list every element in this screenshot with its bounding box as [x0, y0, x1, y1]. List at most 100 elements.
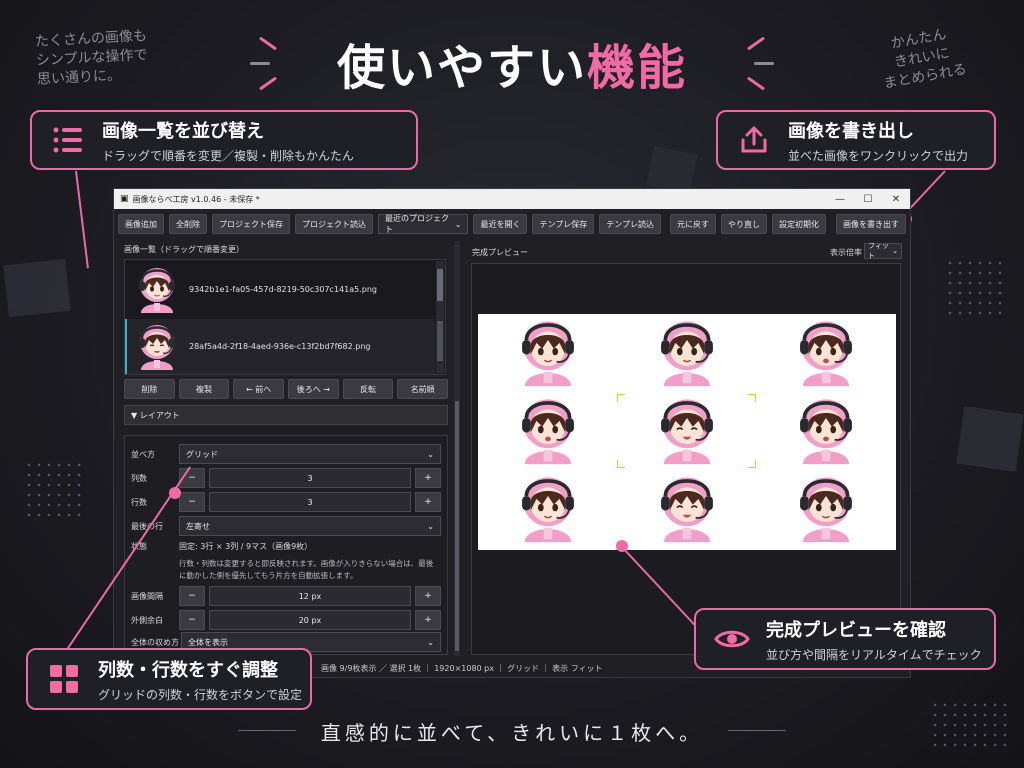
decor-square [646, 145, 698, 195]
margin-decrement-button[interactable]: − [179, 610, 205, 630]
maximize-button[interactable]: ☐ [854, 194, 882, 205]
grid-cell [756, 392, 895, 470]
reverse-button[interactable]: 反転 [342, 379, 394, 399]
list-item[interactable]: 28af5a4d-2f18-4aed-936e-c13f2bd7f682.png [125, 319, 435, 374]
thumbnail-image [135, 265, 179, 315]
redo-button[interactable]: やり直し [721, 214, 767, 234]
decor-square [956, 406, 1024, 472]
panel-scrollbar[interactable] [454, 241, 460, 656]
load-project-button[interactable]: プロジェクト読込 [295, 214, 373, 234]
sort-by-name-button[interactable]: 名前順 [397, 379, 449, 399]
grid-cell [617, 314, 756, 392]
recent-project-select[interactable]: 最近のプロジェクト ⌄ [378, 214, 469, 234]
zoom-select[interactable]: フィット ⌄ [864, 242, 902, 260]
margin-increment-button[interactable]: + [415, 610, 441, 630]
scrollbar-thumb[interactable] [437, 269, 443, 301]
state-value: 固定: 3行 × 3列 / 9マス（画像9枚） [179, 541, 313, 551]
columns-input[interactable]: 3 [209, 468, 411, 488]
character-image [655, 317, 719, 389]
move-next-button[interactable]: 後ろへ → [288, 379, 339, 399]
list-actions: 削除 複製 ← 前へ 後ろへ → 反転 名前順 [124, 379, 449, 399]
image-name: 28af5a4d-2f18-4aed-936e-c13f2bd7f682.png [189, 342, 371, 351]
scrollbar-thumb[interactable] [455, 401, 459, 651]
grid-cell [756, 470, 895, 548]
preview-label: 完成プレビュー [472, 248, 528, 257]
margin-input[interactable]: 20 px [209, 610, 411, 630]
status-bar: 画像 9/9枚表示 ／ 選択 1枚 ｜ 1920×1080 px ｜ グリッド … [321, 664, 603, 673]
delete-button[interactable]: 削除 [124, 379, 175, 399]
last-row-select[interactable]: 左寄せ ⌄ [179, 516, 441, 536]
callout-title: 画像を書き出し [788, 120, 914, 142]
leader-line [75, 170, 89, 269]
last-row-row: 最後の行 左寄せ ⌄ [131, 516, 441, 536]
eye-icon [712, 619, 752, 659]
save-template-button[interactable]: テンプレ保存 [532, 214, 595, 234]
setting-label: 外側余白 [131, 615, 163, 625]
load-template-button[interactable]: テンプレ読込 [599, 214, 661, 234]
callout-title: 完成プレビューを確認 [766, 619, 946, 641]
setting-label: 画像間隔 [131, 591, 163, 601]
callout-sort: 画像一覧を並び替え ドラッグで順番を変更／複製・削除もかんたん [30, 110, 418, 170]
image-name: 9342b1e1-fa05-457d-8219-50c307c141a5.png [189, 285, 377, 294]
window-title: 画像ならべ工房 v1.0.46 - 未保存 * [132, 194, 260, 204]
spacing-decrement-button[interactable]: − [179, 586, 205, 606]
preview-canvas[interactable] [478, 314, 896, 550]
callout-export: 画像を書き出し 並べた画像をワンクリックで出力 [716, 110, 996, 170]
duplicate-button[interactable]: 複製 [178, 379, 230, 399]
decor-dots [945, 258, 1005, 318]
close-button[interactable]: ✕ [882, 194, 910, 205]
rows-input[interactable]: 3 [209, 492, 411, 512]
undo-button[interactable]: 元に戻す [670, 214, 716, 234]
minimize-button[interactable]: — [826, 194, 854, 205]
character-image [516, 395, 580, 467]
spacing-row: 画像間隔 − 12 px + [131, 586, 441, 606]
scrollbar-thumb[interactable] [437, 321, 443, 361]
toolbar: 画像追加 全削除 プロジェクト保存 プロジェクト読込 最近のプロジェクト ⌄ 最近… [118, 213, 906, 235]
title-bar: ▣ 画像ならべ工房 v1.0.46 - 未保存 * — ☐ ✕ [114, 189, 910, 209]
save-project-button[interactable]: プロジェクト保存 [212, 214, 290, 234]
decor-dots [24, 460, 84, 520]
rows-decrement-button[interactable]: − [179, 492, 205, 512]
image-list[interactable]: 9342b1e1-fa05-457d-8219-50c307c141a5.png… [124, 259, 446, 375]
add-image-button[interactable]: 画像追加 [118, 214, 164, 234]
selection-corner [748, 394, 756, 402]
delete-all-button[interactable]: 全削除 [169, 214, 207, 234]
arrange-row: 並べ方 グリッド ⌄ [131, 444, 441, 464]
rows-increment-button[interactable]: + [415, 492, 441, 512]
chevron-down-icon: ⌄ [454, 219, 462, 229]
list-scrollbar[interactable] [436, 261, 444, 373]
grid-cell [478, 470, 617, 548]
callout-desc: グリッドの列数・行数をボタンで設定 [98, 687, 303, 702]
grid-cell [478, 314, 617, 392]
selection-corner [617, 394, 625, 402]
callout-desc: 並び方や間隔をリアルタイムでチェック [766, 647, 982, 662]
spacing-increment-button[interactable]: + [415, 586, 441, 606]
columns-increment-button[interactable]: + [415, 468, 441, 488]
preview-panel [471, 263, 901, 655]
chevron-down-icon: ⌄ [427, 521, 434, 531]
thumbnail-image [135, 322, 179, 372]
character-image [516, 317, 580, 389]
app-icon: ▣ [120, 194, 129, 204]
page-title: 使いやすい機能 [336, 40, 688, 96]
export-image-button[interactable]: 画像を書き出す [836, 214, 906, 234]
sparkle-decor [754, 62, 774, 65]
spacing-input[interactable]: 12 px [209, 586, 411, 606]
character-image [794, 473, 858, 545]
callout-preview: 完成プレビューを確認 並び方や間隔をリアルタイムでチェック [694, 608, 996, 670]
margin-row: 外側余白 − 20 px + [131, 610, 441, 630]
list-item[interactable]: 9342b1e1-fa05-457d-8219-50c307c141a5.png [125, 262, 435, 317]
list-icon [48, 120, 88, 160]
callout-desc: ドラッグで順番を変更／複製・削除もかんたん [102, 148, 355, 163]
layout-section-toggle[interactable]: ▼ レイアウト [124, 405, 448, 425]
reset-settings-button[interactable]: 設定初期化 [772, 214, 826, 234]
chevron-down-icon: ⌄ [427, 637, 434, 647]
image-list-label: 画像一覧（ドラッグで順番変更） [124, 245, 244, 254]
arrange-select[interactable]: グリッド ⌄ [179, 444, 441, 464]
move-prev-button[interactable]: ← 前へ [233, 379, 285, 399]
chevron-down-icon: ⌄ [892, 247, 898, 255]
character-image [794, 317, 858, 389]
grid-icon [44, 659, 84, 699]
open-recent-button[interactable]: 最近を開く [473, 214, 528, 234]
grid-cell [617, 470, 756, 548]
